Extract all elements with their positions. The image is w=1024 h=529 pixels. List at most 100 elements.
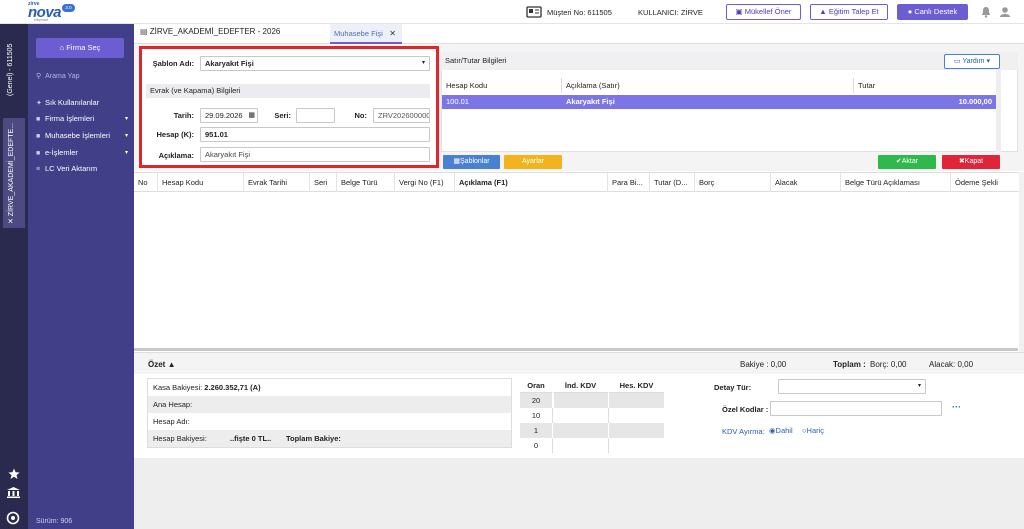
satir-vertical-scrollbar[interactable] (996, 70, 1001, 152)
oran-value: 20 (520, 393, 553, 408)
rail-tab-company-text: ZİRVE_AKADEMİ_EDEFTE... (8, 122, 15, 217)
aciklama-label: Açıklama: (158, 151, 194, 160)
no-input[interactable]: ZRV202600000 (373, 108, 430, 123)
sidebar-item-label: e-İşlemler (45, 148, 78, 157)
kasa-bakiyesi-row: Kasa Bakiyesi: 2.260.352,71 (A) (148, 379, 511, 396)
grid-col-odeme-sekli[interactable]: Ödeme Şekli (951, 173, 1018, 192)
oran-row[interactable]: 0 (520, 438, 665, 453)
sidebar-item-lc-veri-aktarim[interactable]: ≡ LC Veri Aktarım (36, 163, 128, 175)
ayarlar-button[interactable]: Ayarlar (504, 155, 562, 169)
aciklama-input[interactable]: Akaryakıt Fişi (200, 147, 430, 162)
seri-label: Seri: (274, 111, 291, 120)
row-aciklama: Akaryakıt Fişi (566, 97, 615, 106)
tab-company[interactable]: ▤ ZİRVE_AKADEMİ_EDEFTER - 2026 (140, 27, 280, 36)
table-row[interactable]: 100.01 Akaryakıt Fişi 10.000,00 (442, 95, 996, 109)
oran-col-oran: Oran (520, 378, 553, 393)
ind-kdv-cell[interactable] (553, 393, 609, 408)
hes-kdv-cell[interactable] (609, 408, 665, 423)
mukellef-oner-button[interactable]: ▣ Mükellef Öner (726, 4, 801, 20)
customer-card-icon (526, 6, 542, 18)
column-header-tutar[interactable]: Tutar (854, 78, 996, 93)
firma-sec-button[interactable]: ⌂ Firma Seç (36, 38, 124, 58)
close-icon[interactable]: ✕ (389, 24, 396, 43)
hes-kdv-cell[interactable] (609, 393, 665, 408)
oran-row[interactable]: 10 (520, 408, 665, 423)
canli-destek-button[interactable]: ● Canlı Destek (897, 4, 968, 20)
more-options-icon[interactable]: ··· (952, 402, 961, 412)
logo-subtitle: bilişimsel (34, 18, 49, 22)
sablon-select[interactable]: Akaryakıt Fişi ▾ (200, 56, 430, 71)
toplam-bakiye-label: Toplam Bakiye: (286, 434, 341, 443)
haric-radio[interactable]: ○Hariç (802, 426, 824, 435)
kapat-label: Kapat (964, 158, 984, 165)
detay-tur-select[interactable]: ▾ (778, 379, 926, 394)
tarih-input[interactable]: 29.09.2026 ▦ (200, 108, 258, 123)
user-icon[interactable] (1000, 6, 1010, 18)
evrak-header: Evrak (ve Kapama) Bilgileri (146, 84, 430, 98)
grid-col-borc[interactable]: Borç (695, 173, 771, 192)
sidebar-item-firma-islemleri[interactable]: ■ Firma İşlemleri ▾ (36, 113, 128, 125)
ozet-toggle[interactable]: Özet ▲ (148, 360, 175, 369)
kapat-button[interactable]: ✖Kapat (942, 155, 1000, 169)
search-icon: ⚲ (36, 73, 42, 80)
seri-input[interactable] (296, 108, 335, 123)
egitim-talep-label: Eğitim Talep Et (828, 7, 879, 16)
satir-table-header: Hesap Kodu Açıklama (Satır) Tutar (442, 78, 996, 93)
aktar-button[interactable]: ✔Aktar (878, 155, 936, 169)
settings-icon[interactable] (6, 511, 20, 525)
gift-icon: ▣ (735, 7, 745, 16)
column-header-aciklama-satir[interactable]: Açıklama (Satır) (562, 78, 854, 93)
calendar-icon[interactable]: ▦ (248, 109, 255, 122)
hesap-bakiyesi-row: Hesap Bakiyesi: ..fişte 0 TL.. Toplam Baki… (148, 430, 511, 447)
grid-col-evrak-tarihi[interactable]: Evrak Tarihi (244, 173, 310, 192)
ind-kdv-cell[interactable] (553, 408, 609, 423)
tab-muhasebe-fisi[interactable]: Muhasebe Fişi ✕ (330, 24, 402, 44)
grid-col-belge-turu-aciklamasi[interactable]: Belge Türü Açıklaması (841, 173, 951, 192)
grid-col-alacak[interactable]: Alacak (771, 173, 841, 192)
oran-col-hes-kdv: Hes. KDV (609, 378, 665, 393)
dahil-radio[interactable]: ◉Dahil (769, 426, 793, 435)
sidebar-item-e-islemler[interactable]: ■ e-İşlemler ▾ (36, 147, 128, 159)
tarih-value: 29.09.2026 (205, 111, 243, 120)
yardim-button[interactable]: ▭ Yardım ▾ (944, 54, 1000, 69)
grid-vertical-scrollbar[interactable] (1019, 172, 1024, 352)
no-label: No: (354, 111, 368, 120)
grid-col-belge-turu[interactable]: Belge Türü (337, 173, 395, 192)
grid-col-seri[interactable]: Seri (310, 173, 337, 192)
sablonlar-button[interactable]: ▦Şablonlar (443, 155, 500, 169)
sidebar-search[interactable]: ⚲ Arama Yap (36, 70, 128, 84)
egitim-talep-button[interactable]: ▲ Eğitim Talep Et (810, 4, 888, 20)
grid-col-no[interactable]: No (134, 173, 158, 192)
rail-tab-genel[interactable]: (Genel) - 611505 (3, 30, 25, 100)
ind-kdv-cell[interactable] (553, 423, 609, 438)
ozet-bakiye: Bakiye : 0,00 (740, 360, 787, 369)
ind-kdv-cell[interactable] (553, 438, 609, 453)
oran-row[interactable]: 1 (520, 423, 665, 438)
chevron-down-icon: ▾ (124, 133, 128, 139)
firma-sec-label: Firma Seç (66, 43, 101, 52)
column-header-hesap-kodu[interactable]: Hesap Kodu (442, 78, 562, 93)
sidebar-item-label: LC Veri Aktarım (45, 164, 98, 173)
grid-col-vergi-no[interactable]: Vergi No (F1) (395, 173, 455, 192)
hes-kdv-cell[interactable] (609, 423, 665, 438)
bank-icon[interactable] (7, 487, 20, 498)
hes-kdv-cell[interactable] (609, 438, 665, 453)
oran-row[interactable]: 20 (520, 393, 665, 408)
zirve-nova-logo[interactable]: zirve nova 3.0 bilişimsel (28, 1, 88, 22)
hesap-input[interactable]: 951.01 (200, 127, 430, 142)
sidebar-item-muhasebe-islemleri[interactable]: ■ Muhasebe İşlemleri ▾ (36, 130, 128, 142)
rail-tab-company[interactable]: ✕ ZİRVE_AKADEMİ_EDEFTE... (3, 118, 25, 228)
sablon-label: Şablon Adı: (152, 59, 194, 68)
sidebar-item-sik-kullanilanlar[interactable]: ✦ Sık Kullanılanlar (36, 97, 128, 109)
close-icon[interactable]: ✕ (8, 216, 15, 224)
grid-col-para-birimi[interactable]: Para Bi... (608, 173, 650, 192)
ozel-kodlar-input[interactable] (770, 401, 942, 416)
grid-col-aciklama[interactable]: Açıklama (F1) (455, 173, 608, 192)
oran-col-ind-kdv: İnd. KDV (553, 378, 609, 393)
grid-col-hesap-kodu[interactable]: Hesap Kodu (158, 173, 244, 192)
grid-body[interactable] (134, 192, 1018, 350)
bell-icon[interactable] (981, 6, 991, 18)
grid-horizontal-scrollbar[interactable] (134, 348, 1018, 351)
grid-col-tutar-doviz[interactable]: Tutar (D... (650, 173, 695, 192)
star-icon[interactable] (8, 468, 20, 480)
